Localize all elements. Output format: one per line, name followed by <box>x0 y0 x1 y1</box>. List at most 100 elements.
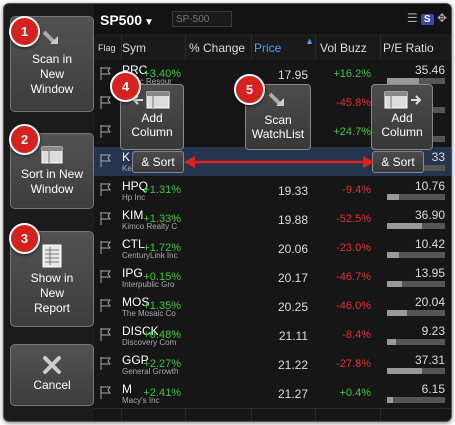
flag-icon[interactable] <box>100 357 111 370</box>
pe-bar-fill <box>387 368 422 374</box>
row-pct-change: +3.40% <box>143 68 181 80</box>
pe-bar <box>387 339 445 345</box>
col-sym[interactable]: Sym <box>122 41 146 55</box>
flag-icon[interactable] <box>100 386 111 399</box>
step-badge-4: 4 <box>110 71 141 102</box>
step-badge-3: 3 <box>9 223 40 254</box>
row-pct-change: +2.27% <box>143 358 181 370</box>
row-pe-ratio: 10.76 <box>414 179 445 193</box>
double-arrow-icon <box>184 156 374 168</box>
col-pe-ratio[interactable]: P/E Ratio <box>383 41 434 55</box>
pe-bar-fill <box>387 223 422 229</box>
row-pe-ratio: 9.23 <box>421 324 445 338</box>
flag-icon[interactable] <box>100 125 111 138</box>
col-price[interactable]: Price <box>254 41 281 55</box>
add-left-l2: Column <box>131 125 173 139</box>
scan-label-1: Scan in <box>31 52 73 66</box>
row-symbol: M <box>122 382 132 396</box>
col-vol-buzz[interactable]: Vol Buzz <box>320 41 367 55</box>
col-flag[interactable]: Flag <box>98 43 116 53</box>
table-row[interactable]: IPG Interpublic Gro +0.15% 20.17 -46.7% 13.95 <box>94 263 451 293</box>
row-pe-ratio: 36.90 <box>414 208 445 222</box>
row-pct-change: +1.31% <box>143 184 181 196</box>
sort-label-2: Window <box>30 182 74 196</box>
row-pe-ratio: 6.15 <box>421 382 445 396</box>
sidebar: Scan in New Window Sort in New Window Sh… <box>4 4 94 421</box>
flag-icon[interactable] <box>100 299 111 312</box>
pe-bar-fill <box>387 339 396 345</box>
row-pe-ratio: 13.95 <box>414 266 445 280</box>
watchlist-selector[interactable]: SP500 ▼ <box>100 12 154 28</box>
row-price: 17.95 <box>277 68 308 82</box>
flag-icon[interactable] <box>100 183 111 196</box>
flag-icon[interactable] <box>100 241 111 254</box>
flag-icon[interactable] <box>100 96 111 109</box>
add-right-l2: Column <box>381 125 423 139</box>
row-pct-change: +1.33% <box>143 213 181 225</box>
symbol-input[interactable]: SP-500 <box>172 11 232 27</box>
pe-bar <box>387 194 445 200</box>
step-badge-2: 2 <box>9 124 40 155</box>
cancel-button[interactable]: Cancel <box>10 344 94 406</box>
row-vol-buzz: -46.0% <box>336 300 371 312</box>
table-row[interactable]: MOS The Mosaic Co +1.35% 20.25 -46.0% 20.04 <box>94 292 451 322</box>
row-price: 19.33 <box>277 184 308 198</box>
flag-icon[interactable] <box>100 67 111 80</box>
row-vol-buzz: -23.0% <box>336 242 371 254</box>
row-vol-buzz: -52.5% <box>336 213 371 225</box>
menu-icon[interactable]: ☰ <box>407 11 418 25</box>
col-pct-change[interactable]: % Change <box>189 41 245 55</box>
row-pe-ratio: 33 <box>431 150 445 164</box>
row-pct-change: +0.15% <box>143 271 181 283</box>
row-price: 20.25 <box>277 300 308 314</box>
flag-icon[interactable] <box>100 270 111 283</box>
row-vol-buzz: -27.8% <box>336 358 371 370</box>
move-icon[interactable]: ✥ <box>437 11 447 25</box>
close-icon <box>43 356 61 374</box>
pe-bar <box>387 252 445 258</box>
add-column-right-icon <box>384 91 421 109</box>
sort-ascending-icon: ▲ <box>305 36 314 46</box>
pe-bar-fill <box>387 310 408 316</box>
table-row[interactable]: DISCK Discovery Com +0.48% 21.11 -8.4% 9.23 <box>94 321 451 351</box>
flag-icon[interactable] <box>100 212 111 225</box>
flag-icon[interactable] <box>100 154 111 167</box>
report-icon <box>42 244 62 268</box>
sort-label-1: Sort in New <box>20 167 84 181</box>
table-row[interactable]: GGP General Growth +2.27% 21.22 -27.8% 37.31 <box>94 350 451 380</box>
scan-label-3: Window <box>30 82 74 96</box>
row-pct-change: +1.35% <box>143 300 181 312</box>
report-label-2: New <box>39 286 64 300</box>
step-badge-5: 5 <box>234 74 265 105</box>
scan-l2: WatchList <box>251 127 305 141</box>
chevron-down-icon: ▼ <box>144 17 154 28</box>
sort-right-button[interactable]: & Sort <box>372 151 424 173</box>
watchlist-toolbar: SP500 ▼ SP-500 ☰ S ✥ <box>94 4 451 35</box>
scan-label-2: New <box>39 67 64 81</box>
pe-bar <box>387 281 445 287</box>
pe-bar <box>387 310 445 316</box>
row-pe-ratio: 10.42 <box>414 237 445 251</box>
add-column-right-button[interactable]: Add Column <box>371 84 433 150</box>
dialog-frame: Scan in New Window Sort in New Window Sh… <box>3 3 452 422</box>
watchlist-name: SP500 <box>100 12 143 28</box>
row-pe-ratio: 35.46 <box>414 63 445 77</box>
pe-bar-fill <box>387 397 393 403</box>
table-row[interactable]: HPQ Hp Inc +1.31% 19.33 -9.4% 10.76 <box>94 176 451 206</box>
row-symbol: IPG <box>122 266 143 280</box>
row-price: 21.22 <box>277 358 308 372</box>
row-price: 21.11 <box>278 329 308 343</box>
pe-bar <box>387 397 445 403</box>
table-row[interactable]: M Macy's Inc +2.41% 21.27 +0.4% 6.15 <box>94 379 451 409</box>
sort-left-button[interactable]: & Sort <box>132 151 184 173</box>
table-row[interactable]: CTL CenturyLink Inc +1.72% 20.06 -23.0% 10.42 <box>94 234 451 264</box>
flag-icon[interactable] <box>100 328 111 341</box>
s-badge[interactable]: S <box>420 14 434 25</box>
table-row[interactable]: KIM Kimco Realty C +1.33% 19.88 -52.5% 36.90 <box>94 205 451 235</box>
row-symbol: CTL <box>122 237 145 251</box>
report-label-3: Report <box>33 301 71 315</box>
report-label-1: Show in <box>30 271 74 285</box>
row-price: 21.27 <box>277 387 308 401</box>
row-vol-buzz: -9.4% <box>342 184 371 196</box>
row-vol-buzz: +0.4% <box>339 387 372 399</box>
